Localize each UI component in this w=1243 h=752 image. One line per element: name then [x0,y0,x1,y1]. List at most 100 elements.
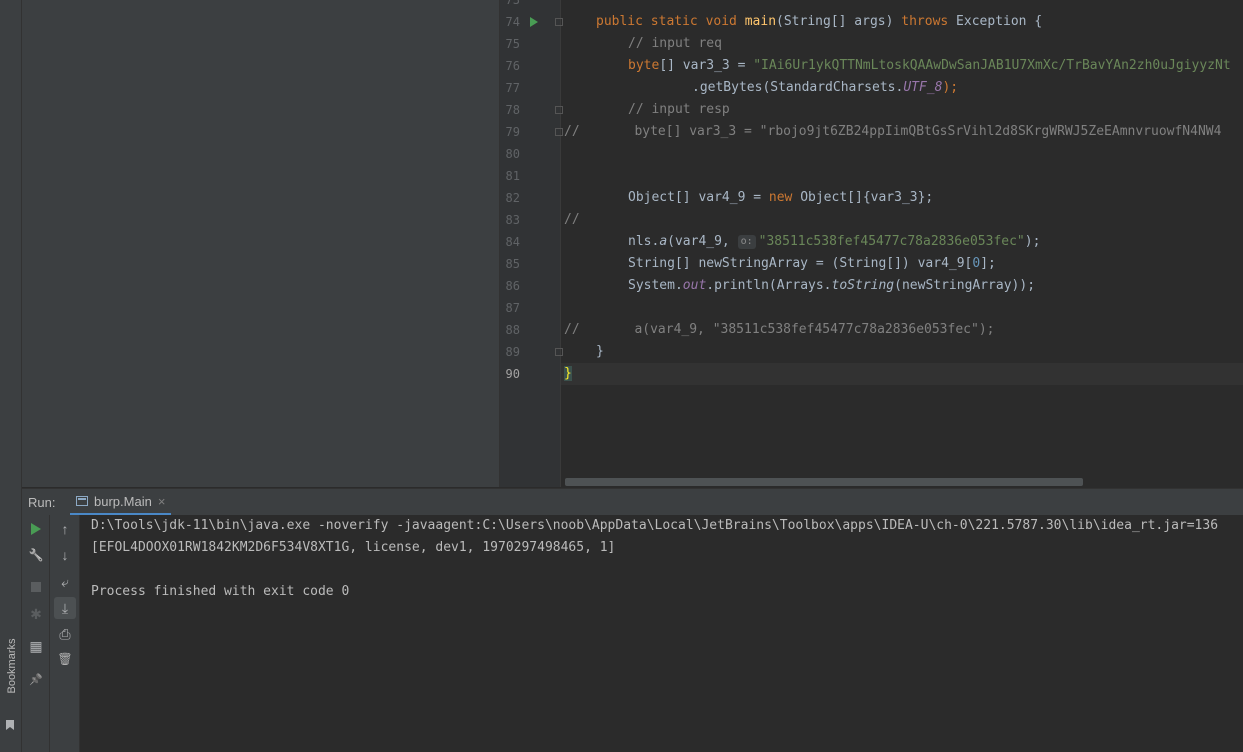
code-line: 87 [500,297,1243,319]
stop-button[interactable] [25,576,47,598]
line-number: 82 [505,191,520,205]
line-number: 81 [505,169,520,183]
horizontal-scrollbar[interactable] [565,478,1083,486]
soft-wrap-button[interactable]: ⤶ [54,571,76,593]
rerun-button[interactable] [25,518,47,540]
debug-button[interactable]: ✱ [25,603,47,625]
fold-marker-icon[interactable] [555,18,563,26]
line-number: 84 [505,235,520,249]
code-comment: // [564,212,580,227]
code-editor[interactable]: 73 74 public static void main(String[] a… [500,0,1243,487]
code-line: 89 } [500,341,1243,363]
code-comment: // a(var4_9, "38511c538fef45477c78a2836e… [564,322,995,337]
console-output[interactable]: D:\Tools\jdk-11\bin\java.exe -noverify -… [80,515,1243,752]
play-icon [31,523,41,535]
bookmark-icon [6,720,14,730]
print-button[interactable]: ⎙ [54,623,76,645]
scroll-up-button[interactable]: ↑ [54,518,76,540]
code-line: 86 System.out.println(Arrays.toString(ne… [500,275,1243,297]
arrow-down-icon: ↓ [61,547,69,563]
wrench-icon: 🔧 [28,548,44,562]
fold-marker-icon[interactable] [555,348,563,356]
layout-icon: ▦ [29,637,43,654]
code-text: byte[] var3_3 = "IAi6Ur1ykQTTNmLtoskQAAw… [628,58,1231,73]
code-text: Object[] var4_9 = new Object[]{var3_3}; [628,190,934,205]
code-comment: // input resp [628,102,730,117]
stop-icon [31,582,41,592]
code-line: 76 byte[] var3_3 = "IAi6Ur1ykQTTNmLtoskQ… [500,55,1243,77]
line-number: 73 [505,0,520,7]
matched-brace: } [564,366,572,381]
line-number: 77 [505,81,520,95]
line-number: 83 [505,213,520,227]
code-line: 75 // input req [500,33,1243,55]
fold-marker-icon[interactable] [555,106,563,114]
code-text: .getBytes(StandardCharsets.UTF_8); [692,80,959,95]
line-number: 79 [505,125,520,139]
scroll-down-button[interactable]: ↓ [54,544,76,566]
code-comment: // input req [628,36,722,51]
run-toolbar-primary: 🔧 ✱ ▦ 📌 [22,515,50,752]
run-tool-window-header: Run: burp.Main × [22,488,1243,516]
code-line: 83 // [500,209,1243,231]
layout-button[interactable]: ▦ [25,635,47,657]
close-icon[interactable]: × [158,494,166,509]
line-number: 76 [505,59,520,73]
scroll-to-end-icon: ⤓ [61,599,69,616]
console-line-exit: Process finished with exit code 0 [91,584,350,599]
line-number: 90 [505,367,520,381]
line-number: 89 [505,345,520,359]
code-line: 81 [500,165,1243,187]
scroll-to-end-button[interactable]: ⤓ [54,597,76,619]
code-line: 78 // input resp [500,99,1243,121]
console-line-output: [EFOL4DOOX01RW1842KM2D6F534V8XT1G, licen… [91,540,616,555]
line-number: 74 [505,15,520,29]
code-text: } [596,344,604,359]
parameter-hint: o: [737,235,756,249]
line-number: 86 [505,279,520,293]
code-text: String[] newStringArray = (String[]) var… [628,256,996,271]
clear-all-button[interactable]: 🗑 [54,648,76,670]
code-line: 90 } [500,363,1243,385]
code-text: public static void main(String[] args) t… [596,14,1043,29]
line-number: 75 [505,37,520,51]
code-text: nls.a(var4_9, o: "38511c538fef45477c78a28… [628,234,1041,249]
code-text: } [564,363,572,385]
code-line: 74 public static void main(String[] args… [500,11,1243,33]
print-icon: ⎙ [59,625,71,642]
code-line: 73 [500,0,1243,11]
code-line: 88 // a(var4_9, "38511c538fef45477c78a28… [500,319,1243,341]
line-number: 80 [505,147,520,161]
run-tab-label: burp.Main [94,493,152,509]
code-comment: // byte[] var3_3 = "rbojo9jt6ZB24ppIimQB… [564,124,1222,139]
run-gutter-icon[interactable] [530,17,538,27]
bookmarks-tab[interactable]: Bookmarks [2,600,20,740]
settings-button[interactable]: 🔧 [25,544,47,566]
pin-icon: 📌 [29,673,43,686]
fold-marker-icon[interactable] [555,128,563,136]
line-number: 85 [505,257,520,271]
line-number: 88 [505,323,520,337]
bug-icon: ✱ [30,605,42,622]
bookmarks-label: Bookmarks [6,638,18,694]
trash-icon: 🗑 [57,652,73,666]
code-line: 80 [500,143,1243,165]
arrow-up-icon: ↑ [61,521,69,537]
run-toolbar-secondary: ↑ ↓ ⤶ ⤓ ⎙ 🗑 [50,515,80,752]
run-label: Run: [28,495,56,510]
code-line: 85 String[] newStringArray = (String[]) … [500,253,1243,275]
console-line-command: D:\Tools\jdk-11\bin\java.exe -noverify -… [91,518,1219,533]
pin-button[interactable]: 📌 [25,668,47,690]
code-line: 84 nls.a(var4_9, o: "38511c538fef45477c78… [500,231,1243,253]
code-line: 82 Object[] var4_9 = new Object[]{var3_3… [500,187,1243,209]
wrap-icon: ⤶ [61,573,69,590]
line-number: 78 [505,103,520,117]
project-panel [22,0,500,487]
code-text: System.out.println(Arrays.toString(newSt… [628,278,1036,293]
code-line: 77 .getBytes(StandardCharsets.UTF_8); [500,77,1243,99]
left-tool-strip: Bookmarks [0,0,22,752]
run-tab-burp-main[interactable]: burp.Main × [70,489,172,515]
line-number: 87 [505,301,520,315]
code-line: 79 // byte[] var3_3 = "rbojo9jt6ZB24ppIi… [500,121,1243,143]
console-icon [76,496,88,506]
